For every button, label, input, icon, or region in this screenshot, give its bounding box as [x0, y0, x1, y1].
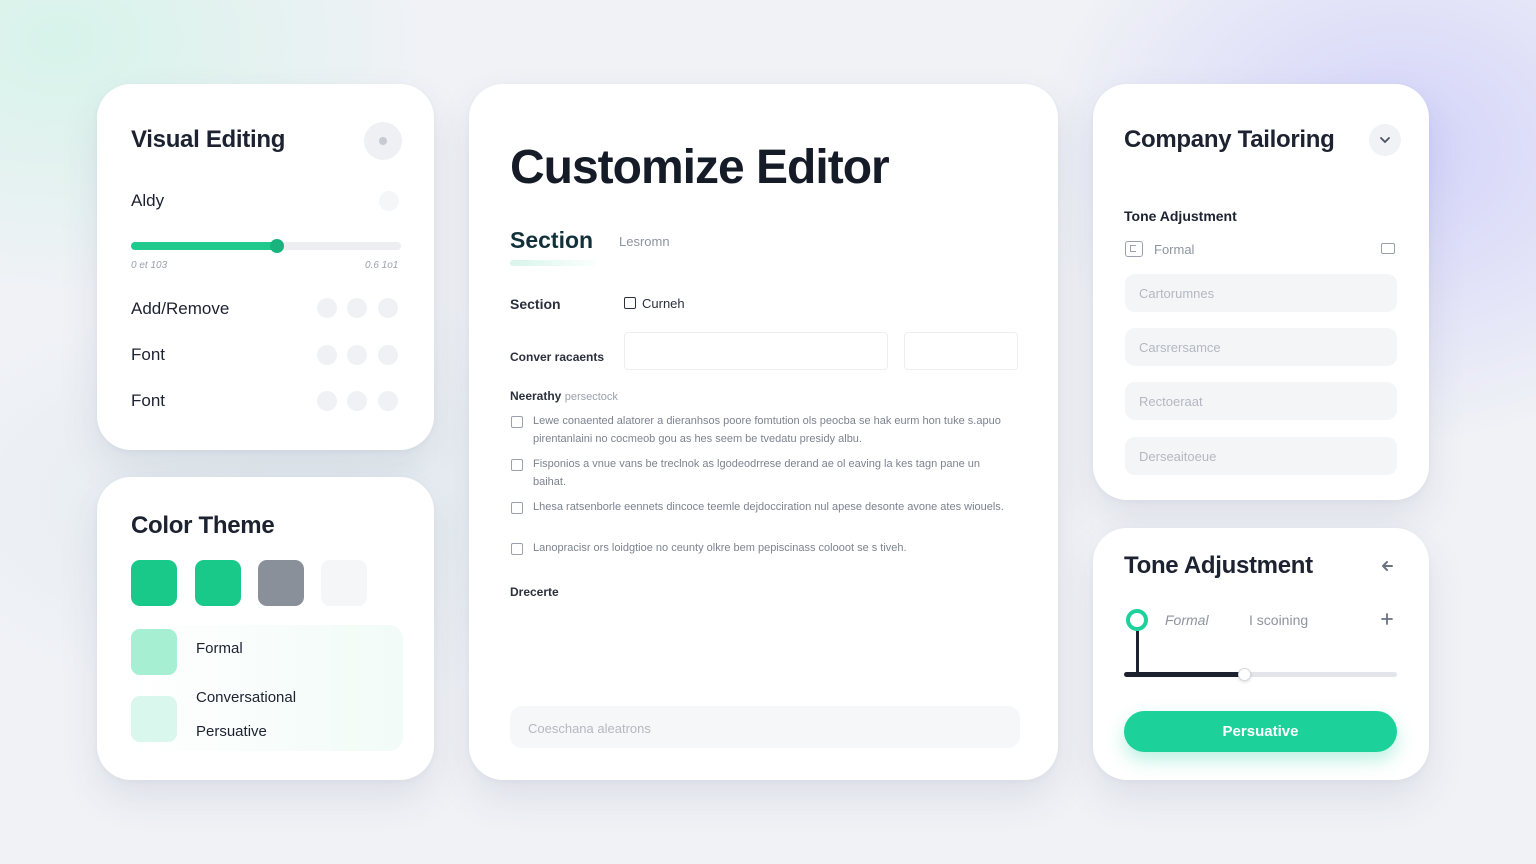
tone-formal-label[interactable]: Formal: [196, 640, 243, 657]
color-theme-title: Color Theme: [131, 512, 275, 539]
company-field[interactable]: Carsrersamce: [1125, 328, 1397, 366]
select-icon: [1125, 241, 1143, 257]
editor-card: Customize Editor Section Lesromn Section…: [469, 84, 1058, 780]
visual-editing-title: Visual Editing: [131, 126, 286, 153]
arrow-left-icon[interactable]: [1379, 558, 1395, 574]
tone-vertical-line: [1136, 631, 1139, 675]
tab-section-underline: [510, 260, 596, 266]
ally-label: Aldy: [131, 191, 165, 210]
color-swatch[interactable]: [195, 560, 241, 606]
add-remove-option[interactable]: [378, 298, 398, 318]
font-option[interactable]: [347, 391, 367, 411]
tone-slider-knob[interactable]: [1238, 668, 1252, 681]
tone-option-left[interactable]: Formal: [1165, 612, 1209, 628]
option-text: Fisponios a vnue vans be treclnok as lgo…: [533, 458, 981, 488]
primary-input[interactable]: [624, 332, 888, 370]
tone-card: Tone Adjustment Formal I scoining Persua…: [1093, 528, 1429, 780]
add-remove-option[interactable]: [347, 298, 367, 318]
company-title: Company Tailoring: [1124, 126, 1335, 153]
tone-swatch-formal[interactable]: [131, 629, 177, 675]
plus-icon[interactable]: [1380, 612, 1394, 626]
slider-min-label: 0 et 103: [131, 260, 168, 271]
company-field[interactable]: Cartorumnes: [1125, 274, 1397, 312]
tone-list: Formal Conversational Persuative: [131, 625, 403, 751]
color-swatch[interactable]: [321, 560, 367, 606]
tone-title: Tone Adjustment: [1124, 552, 1313, 579]
company-field[interactable]: Rectoeraat: [1125, 382, 1397, 420]
bottom-input[interactable]: Coeschana aleatrons: [510, 706, 1020, 748]
option-text: Lanopracisr ors loidgtioe no ceunty olkr…: [533, 542, 907, 554]
nearby-label: Neerathy persectock: [510, 389, 618, 403]
ally-slider[interactable]: [131, 239, 401, 253]
bottom-input-placeholder: Coeschana aleatrons: [528, 721, 651, 736]
tone-swatch-conversational[interactable]: [131, 696, 177, 742]
tone-persuasive-label[interactable]: Persuative: [196, 723, 267, 740]
section-label: Section: [510, 296, 561, 312]
add-remove-label: Add/Remove: [131, 299, 230, 318]
font-label: Font: [131, 345, 166, 364]
slider-fill: [131, 242, 277, 250]
field-label: Conver racaents: [510, 350, 605, 364]
add-remove-option[interactable]: [317, 298, 337, 318]
tone-option-right[interactable]: I scoining: [1249, 612, 1308, 628]
company-section-label: Tone Adjustment: [1124, 208, 1237, 224]
option-checkbox[interactable]: [511, 459, 523, 471]
nearby-label-strong: Neerathy: [510, 389, 562, 403]
editor-title: Customize Editor: [510, 141, 890, 194]
secondary-input[interactable]: [904, 332, 1018, 370]
option-checkbox[interactable]: [511, 502, 523, 514]
curneh-checkbox[interactable]: [624, 297, 636, 309]
option-checkbox[interactable]: [511, 543, 523, 555]
font-label: Font: [131, 391, 166, 410]
company-card: Company Tailoring Tone Adjustment Formal…: [1093, 84, 1429, 500]
color-swatch[interactable]: [258, 560, 304, 606]
font-option[interactable]: [347, 345, 367, 365]
company-field[interactable]: Derseaitoeue: [1125, 437, 1397, 475]
settings-icon[interactable]: [364, 122, 402, 160]
curneh-label[interactable]: Curneh: [642, 296, 685, 311]
option-text: Lhesa ratsenborle eennets dincoce teemle…: [533, 501, 1004, 513]
tab-section[interactable]: Section: [510, 227, 593, 254]
nearby-label-sub: persectock: [564, 391, 618, 403]
font-option[interactable]: [317, 391, 337, 411]
persuasive-button-label: Persuative: [1222, 723, 1299, 740]
tone-conversational-label[interactable]: Conversational: [196, 689, 296, 706]
color-theme-card: Color Theme Formal Conversational Persua…: [97, 477, 434, 780]
select-value[interactable]: Formal: [1154, 242, 1194, 257]
slider-knob[interactable]: [269, 239, 284, 253]
persuasive-button[interactable]: Persuative: [1124, 711, 1397, 752]
slider-max-label: 0.6 1o1: [365, 260, 399, 271]
font-option[interactable]: [317, 345, 337, 365]
font-option[interactable]: [378, 345, 398, 365]
visual-editing-card: Visual Editing Aldy 0 et 103 0.6 1o1 Add…: [97, 84, 434, 450]
font-option[interactable]: [378, 391, 398, 411]
radio-selected[interactable]: [1126, 609, 1148, 631]
tone-slider[interactable]: [1124, 668, 1397, 681]
chevron-down-icon[interactable]: [1369, 124, 1401, 156]
option-text: Lewe conaented alatorer a dieranhsos poo…: [533, 415, 1001, 445]
tone-slider-fill: [1124, 672, 1245, 677]
color-swatch[interactable]: [131, 560, 177, 606]
option-checkbox[interactable]: [511, 416, 523, 428]
square-icon[interactable]: [1381, 243, 1395, 254]
footer-label: Drecerte: [510, 585, 559, 599]
ally-toggle[interactable]: [379, 191, 399, 211]
tab-lesromn[interactable]: Lesromn: [619, 234, 670, 249]
